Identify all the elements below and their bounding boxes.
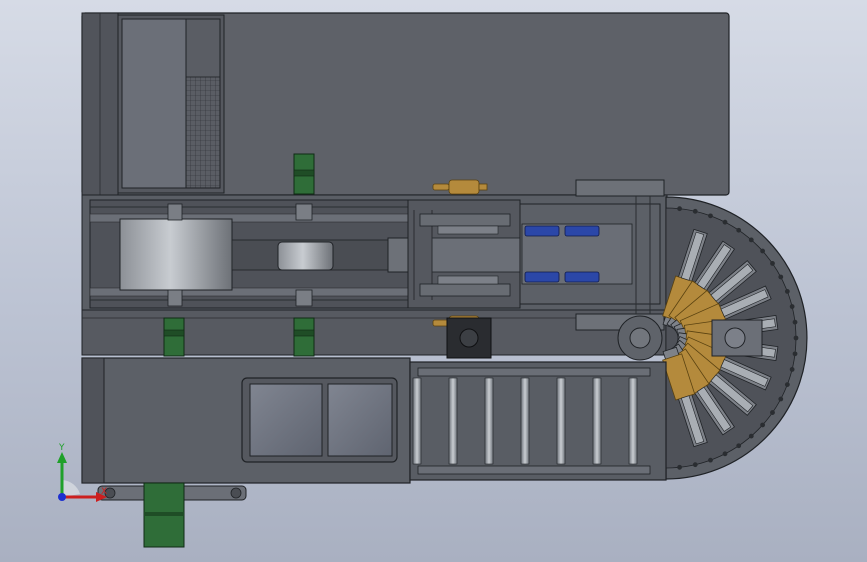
conveyor-roller xyxy=(448,377,458,465)
idler-pulley xyxy=(617,315,663,361)
rim-bolt xyxy=(708,213,713,219)
rim-bolt xyxy=(692,208,698,214)
rim-bolt xyxy=(793,335,799,341)
conveyor-roller xyxy=(484,377,494,465)
vent-grille xyxy=(185,76,221,189)
y-axis-label: Y xyxy=(58,443,65,453)
rim-bolt xyxy=(760,422,766,428)
bottom-bracket xyxy=(97,482,247,548)
rim-bolt xyxy=(722,219,728,225)
lower-housing xyxy=(81,357,411,484)
control-cabinet xyxy=(117,14,225,194)
rim-bolt xyxy=(789,304,795,309)
idler-roller xyxy=(277,241,334,271)
rim-bolt xyxy=(792,351,798,357)
rim-bolt xyxy=(736,443,742,449)
stepper-motor xyxy=(446,317,492,359)
rim-bolt xyxy=(778,274,784,280)
cad-assembly-viewport[interactable]: Y X xyxy=(0,0,867,562)
feed-drum xyxy=(119,218,233,291)
linear-slide-module xyxy=(407,199,523,309)
rim-bolt xyxy=(748,237,754,243)
rim-bolt xyxy=(770,410,775,415)
conveyor-roller xyxy=(556,377,566,465)
conveyor-roller xyxy=(412,377,422,465)
inspection-window-left xyxy=(249,383,323,457)
conveyor-roller xyxy=(592,377,602,465)
roller-conveyor xyxy=(409,361,667,481)
rim-bolt xyxy=(677,464,682,470)
rim-bolt xyxy=(778,396,784,402)
table-hub xyxy=(711,319,763,357)
inspection-window-right xyxy=(327,383,393,457)
conveyor-roller xyxy=(520,377,530,465)
rim-bolt xyxy=(722,451,728,457)
rim-bolt xyxy=(736,227,742,233)
x-axis-label: X xyxy=(101,487,107,497)
rim-bolt xyxy=(784,289,790,294)
rim-bolt xyxy=(692,462,698,468)
rim-bolt xyxy=(760,248,766,254)
rim-bolt xyxy=(792,319,798,325)
rim-bolt xyxy=(677,206,682,212)
rim-bolt xyxy=(789,367,795,372)
rim-bolt xyxy=(748,433,754,439)
rim-bolt xyxy=(770,261,775,266)
conveyor-roller xyxy=(628,377,638,465)
rim-bolt xyxy=(784,382,790,387)
rim-bolt xyxy=(708,457,713,463)
